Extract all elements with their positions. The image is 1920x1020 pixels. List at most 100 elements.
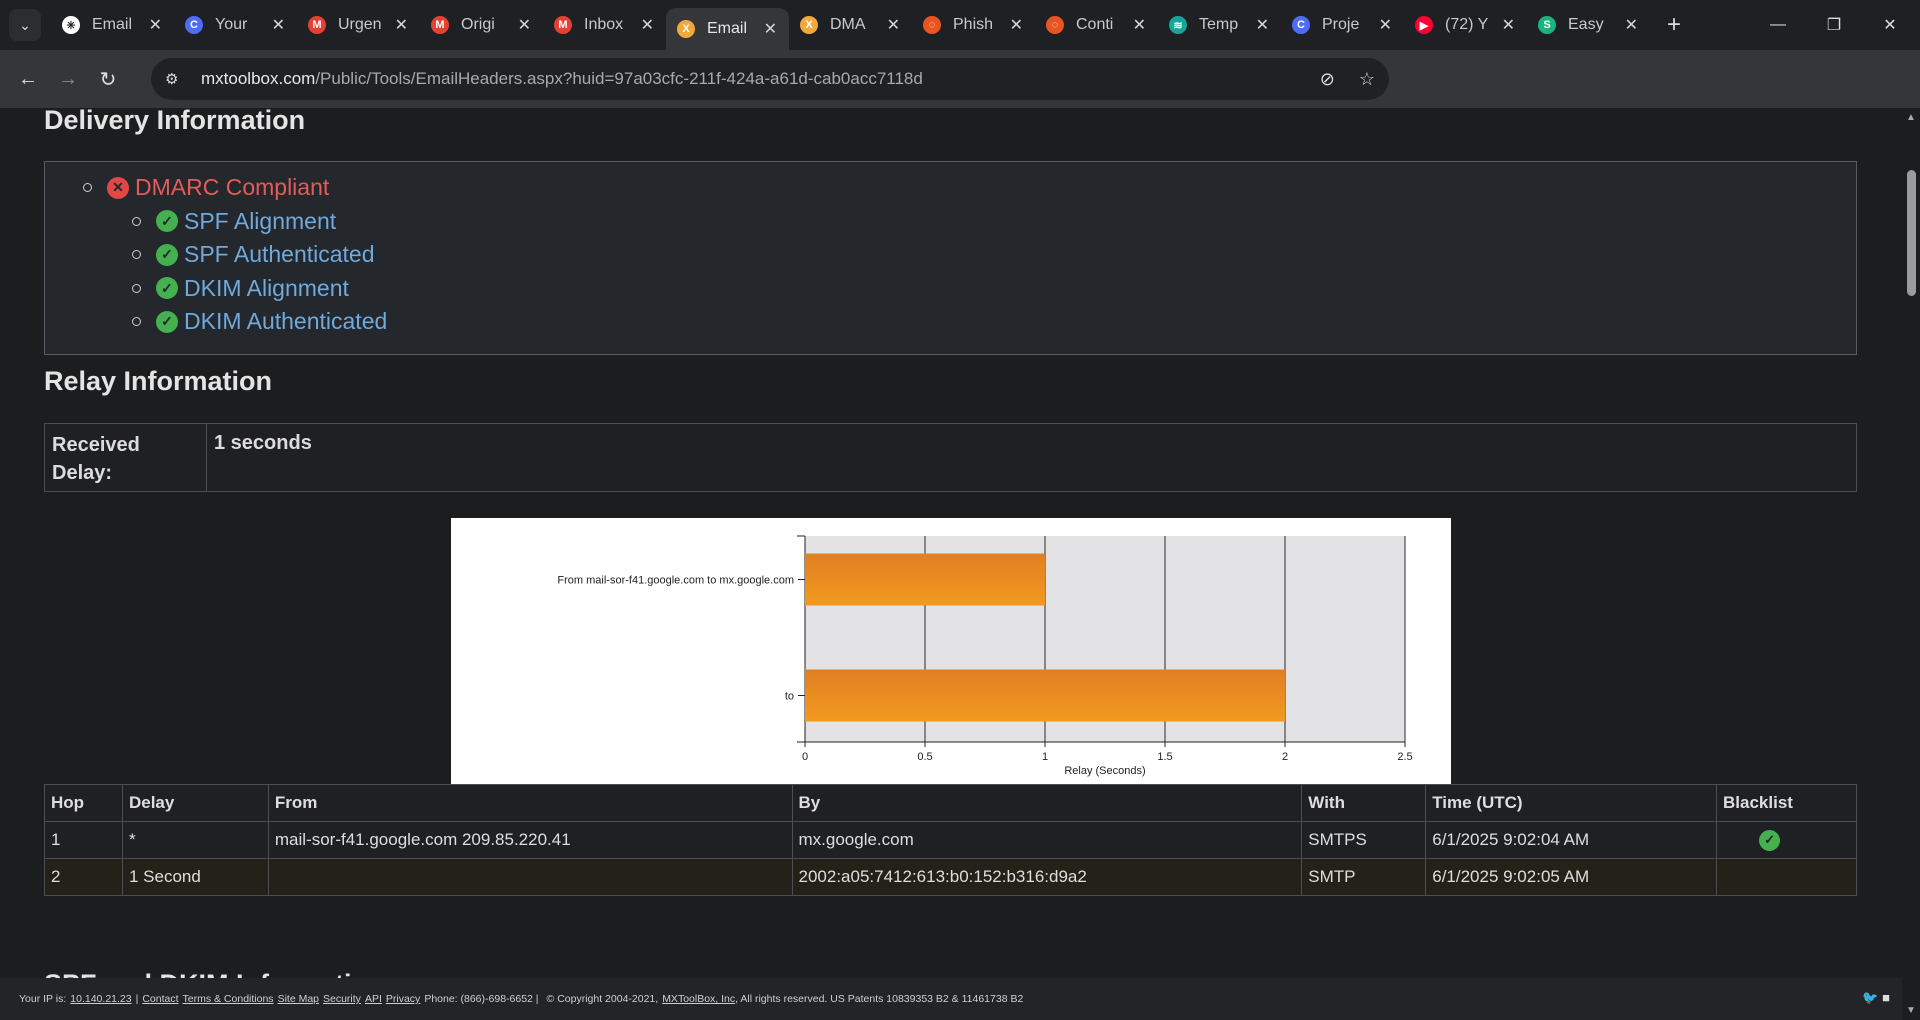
column-header[interactable]: With bbox=[1301, 784, 1427, 822]
tab-close-icon[interactable]: ✕ bbox=[518, 15, 531, 35]
column-header[interactable]: Hop bbox=[44, 784, 123, 822]
site-settings-icon[interactable]: ⚙ bbox=[165, 70, 191, 88]
tab-close-icon[interactable]: ✕ bbox=[1010, 15, 1023, 35]
tab-close-icon[interactable]: ✕ bbox=[1502, 15, 1515, 35]
cell-time: 6/1/2025 9:02:04 AM bbox=[1425, 821, 1718, 859]
tab-close-icon[interactable]: ✕ bbox=[395, 15, 408, 35]
scrollbar-thumb[interactable] bbox=[1907, 170, 1916, 296]
browser-tab[interactable]: ✳ Email ✕ bbox=[51, 6, 174, 44]
canva-icon: C bbox=[185, 16, 203, 34]
restore-button[interactable]: ❐ bbox=[1806, 0, 1862, 50]
check-circle-icon: ✓ bbox=[156, 243, 178, 266]
delivery-item-label[interactable]: DMARC Compliant bbox=[135, 174, 329, 201]
column-header[interactable]: By bbox=[791, 784, 1303, 822]
footer-link-security[interactable]: Security bbox=[323, 993, 361, 1005]
column-header[interactable]: From bbox=[267, 784, 793, 822]
reload-button[interactable]: ↻ bbox=[88, 59, 128, 99]
blog-icon[interactable]: ■ bbox=[1882, 990, 1890, 1006]
browser-tab[interactable]: ≋ Temp ✕ bbox=[1158, 6, 1281, 44]
tab-close-icon[interactable]: ✕ bbox=[1256, 15, 1269, 35]
browser-tab[interactable]: M Inbox ✕ bbox=[543, 6, 666, 44]
tab-close-icon[interactable]: ✕ bbox=[641, 15, 654, 35]
browser-tab[interactable]: M Urgen ✕ bbox=[297, 6, 420, 44]
cell-from: mail-sor-f41.google.com 209.85.220.41 bbox=[267, 821, 793, 859]
browser-tab[interactable]: ◌ Phish ✕ bbox=[912, 6, 1035, 44]
browser-tab[interactable]: S Easy ✕ bbox=[1527, 6, 1650, 44]
scroll-up-arrow-icon[interactable]: ▲ bbox=[1906, 112, 1916, 123]
minimize-button[interactable]: — bbox=[1750, 0, 1806, 50]
column-header[interactable]: Time (UTC) bbox=[1425, 784, 1718, 822]
twitter-icon[interactable]: 🐦 bbox=[1862, 990, 1878, 1006]
ip-link[interactable]: 10.140.21.23 bbox=[70, 993, 131, 1005]
column-header[interactable]: Delay bbox=[121, 784, 269, 822]
column-header[interactable]: Blacklist bbox=[1716, 784, 1857, 822]
ip-label: Your IP is: bbox=[19, 993, 67, 1005]
delivery-item: ✓ SPF Alignment bbox=[132, 208, 336, 235]
relay-heading: Relay Information bbox=[44, 366, 273, 396]
delivery-panel: ✕ DMARC Compliant ✓ SPF Alignment ✓ SPF Authe… bbox=[44, 161, 1857, 355]
forward-button[interactable]: → bbox=[48, 59, 88, 99]
restore-icon: ❐ bbox=[1826, 17, 1842, 34]
footer-link-api[interactable]: API bbox=[365, 993, 382, 1005]
cell-with: SMTPS bbox=[1301, 821, 1427, 859]
delivery-item: ✓ SPF Authenticated bbox=[132, 241, 375, 268]
footer-link-privacy[interactable]: Privacy bbox=[386, 993, 420, 1005]
tab-close-icon[interactable]: ✕ bbox=[764, 19, 777, 39]
close-icon: ✕ bbox=[1883, 17, 1897, 34]
tab-close-icon[interactable]: ✕ bbox=[1625, 15, 1638, 35]
scroll-down-arrow-icon[interactable]: ▼ bbox=[1906, 1005, 1916, 1016]
browser-tab[interactable]: C Your ✕ bbox=[174, 6, 297, 44]
footer-link-terms-conditions[interactable]: Terms & Conditions bbox=[183, 993, 274, 1005]
tab-title: Conti bbox=[1076, 16, 1114, 33]
company-link[interactable]: MXToolBox, Inc bbox=[662, 993, 735, 1005]
cell-hop: 2 bbox=[44, 858, 123, 896]
delivery-item-label[interactable]: DKIM Authenticated bbox=[184, 308, 387, 335]
browser-tab[interactable]: ◌ Conti ✕ bbox=[1035, 6, 1158, 44]
browser-tab[interactable]: X DMA ✕ bbox=[789, 6, 912, 44]
close-window-button[interactable]: ✕ bbox=[1862, 0, 1918, 50]
cell-blacklist: ✓ bbox=[1716, 821, 1857, 859]
browser-tab[interactable]: C Proje ✕ bbox=[1281, 6, 1404, 44]
cell-from bbox=[267, 858, 793, 896]
tab-title: Proje bbox=[1322, 16, 1360, 33]
page-scrollbar[interactable]: ▲ ▼ bbox=[1902, 108, 1920, 1020]
delivery-item-label[interactable]: DKIM Alignment bbox=[184, 275, 349, 302]
footer-rights: , All rights reserved. US Patents 108393… bbox=[735, 993, 1024, 1005]
relay-chart-svg: 0 0.5 1 1.5 2 2.5 From mail-sor-f41.google.com… bbox=[557, 535, 1413, 777]
new-tab-button[interactable]: + bbox=[1658, 9, 1690, 41]
url-text[interactable]: mxtoolbox.com/Public/Tools/EmailHeaders.… bbox=[201, 69, 923, 89]
category-label: to bbox=[785, 691, 794, 703]
star-icon[interactable]: ☆ bbox=[1359, 69, 1375, 90]
back-button[interactable]: ← bbox=[8, 59, 48, 99]
tab-close-icon[interactable]: ✕ bbox=[1379, 15, 1392, 35]
tab-close-icon[interactable]: ✕ bbox=[1133, 15, 1146, 35]
address-bar[interactable]: ⚙ mxtoolbox.com/Public/Tools/EmailHeader… bbox=[151, 58, 1389, 100]
tab-search-button[interactable]: ⌄ bbox=[9, 9, 41, 41]
delivery-item-label[interactable]: SPF Alignment bbox=[184, 208, 336, 235]
tab-close-icon[interactable]: ✕ bbox=[149, 15, 162, 35]
browser-tab[interactable]: ▶ (72) Y ✕ bbox=[1404, 6, 1527, 44]
bullet-icon bbox=[132, 216, 141, 226]
relay-bar bbox=[805, 669, 1285, 722]
browser-tab[interactable]: M Origi ✕ bbox=[420, 6, 543, 44]
footer-link-contact[interactable]: Contact bbox=[142, 993, 178, 1005]
site-footer: Your IP is: 10.140.21.23 | Contact Terms … bbox=[0, 978, 1902, 1020]
check-circle-icon: ✓ bbox=[156, 210, 178, 232]
x-tick-label: 2.5 bbox=[1397, 751, 1412, 763]
tab-close-icon[interactable]: ✕ bbox=[887, 15, 900, 35]
tab-strip: ✳ Email ✕ C Your ✕ M Urgen ✕ M Origi ✕ M Inbox ✕ X Email… bbox=[51, 0, 1650, 50]
bullet-icon bbox=[132, 283, 141, 293]
reload-icon: ↻ bbox=[99, 68, 117, 91]
tab-title: Origi bbox=[461, 16, 495, 33]
check-circle-icon[interactable]: ✓ bbox=[1759, 829, 1781, 851]
browser-tab[interactable]: X Email ✕ bbox=[666, 8, 789, 50]
tab-close-icon[interactable]: ✕ bbox=[272, 15, 285, 35]
eye-slash-icon[interactable]: ⊘ bbox=[1320, 69, 1335, 90]
delivery-item-label[interactable]: SPF Authenticated bbox=[184, 241, 375, 268]
hops-table: Hop Delay From By With Time (UTC) Blacklist 1 *… bbox=[44, 784, 1857, 896]
openai-icon: ✳ bbox=[62, 16, 80, 34]
page-content: Delivery Information ✕ DMARC Compliant ✓ SP… bbox=[0, 108, 1902, 978]
gmail-icon: M bbox=[554, 16, 572, 34]
footer-link-site-map[interactable]: Site Map bbox=[278, 993, 319, 1005]
hops-header-row: Hop Delay From By With Time (UTC) Blacklist bbox=[44, 784, 1857, 822]
